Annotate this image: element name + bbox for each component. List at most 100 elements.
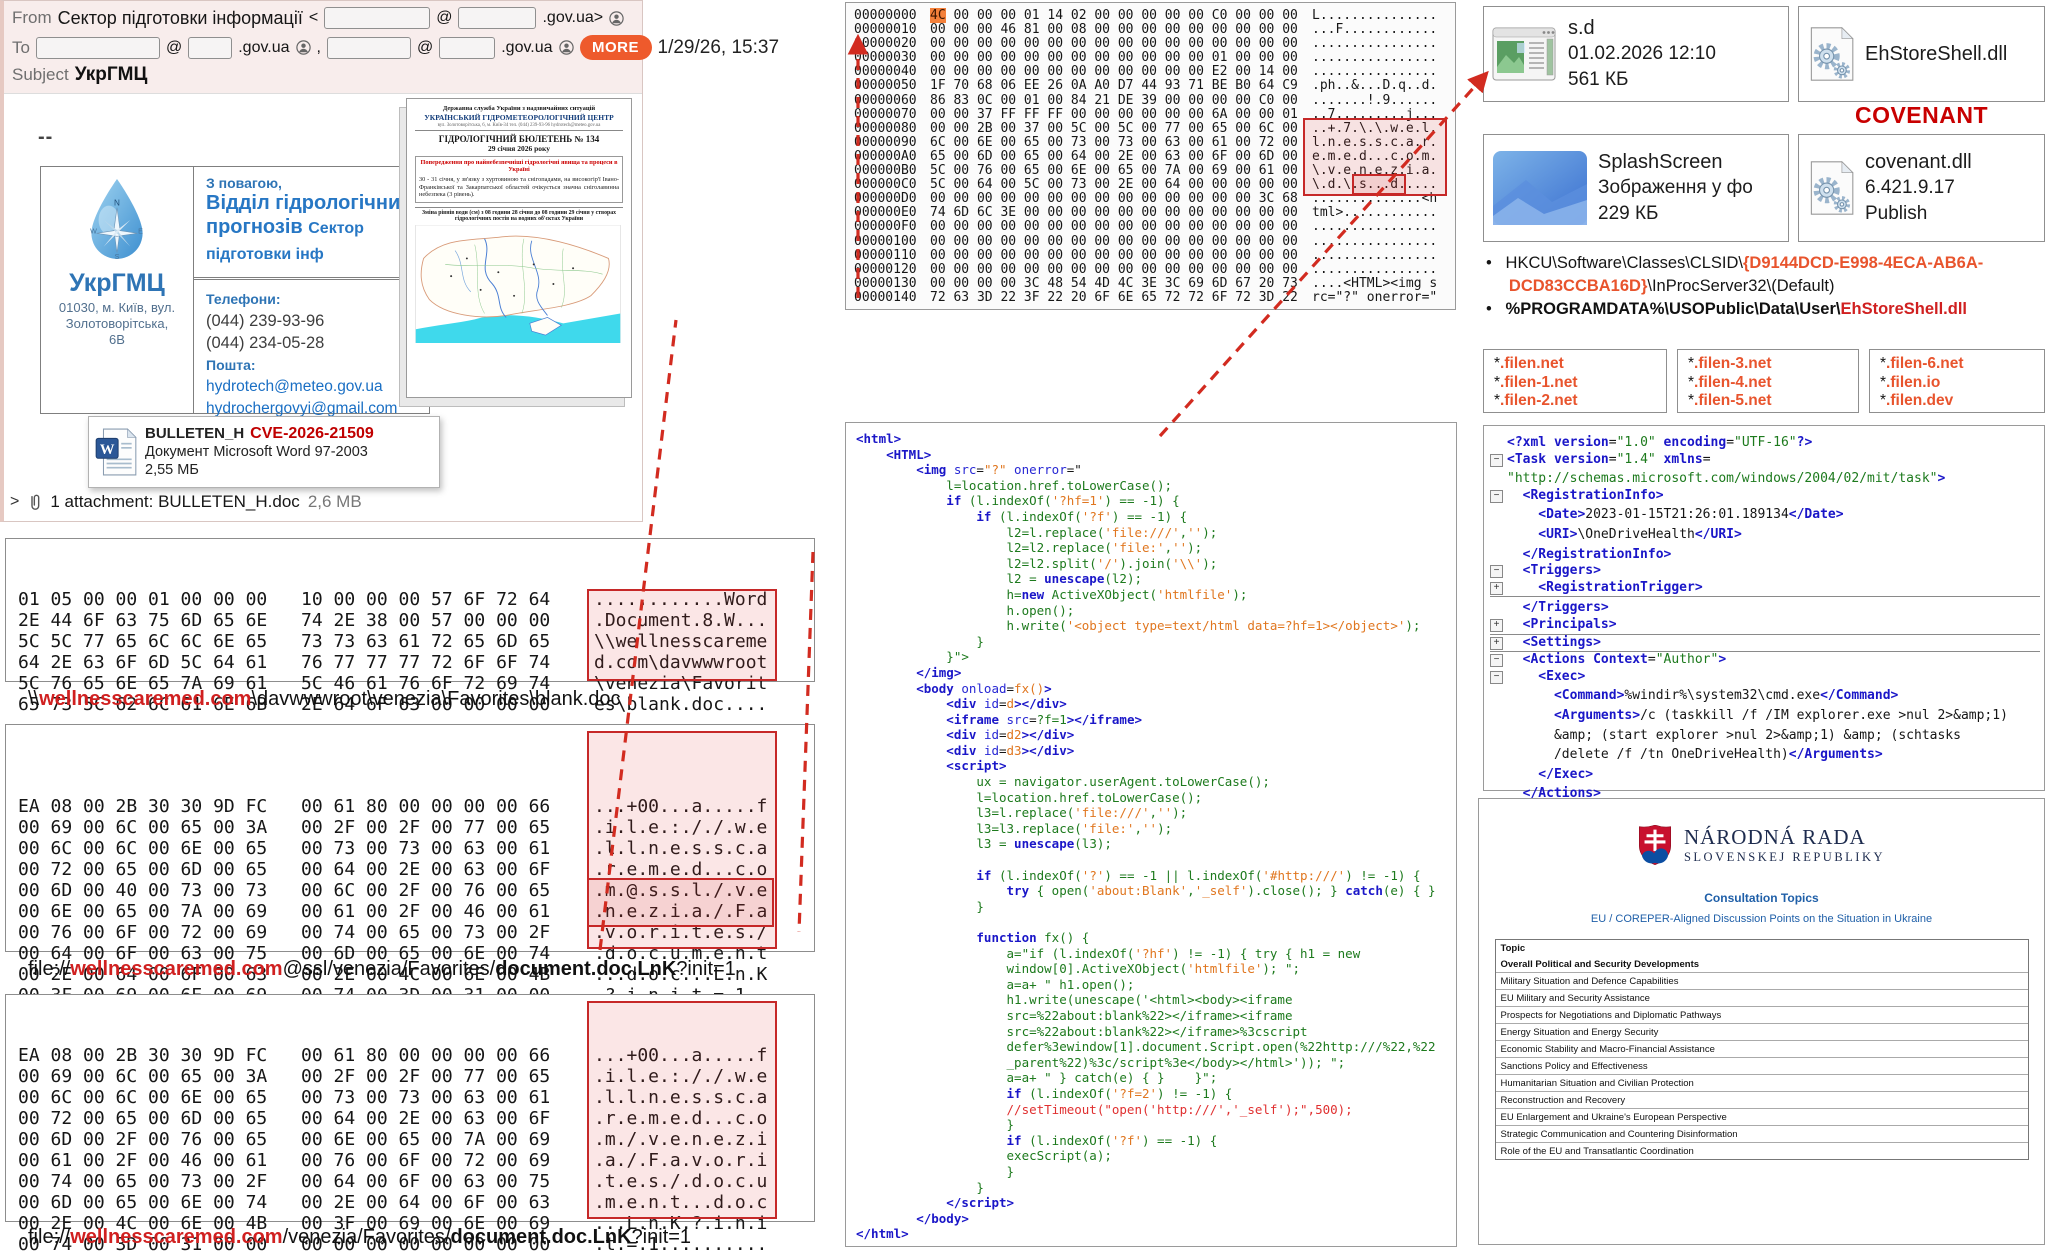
org-name: УкрГМЦ (69, 269, 165, 298)
redacted-from-domain (458, 7, 536, 29)
attachment-bar-size: 2,6 MB (308, 492, 362, 512)
signature-contact-box: Телефони: (044) 239-93-96 (044) 234-05-2… (194, 280, 429, 426)
from-name: Сектор підготовки інформації (58, 8, 303, 29)
attachment-size: 2,55 МБ (145, 461, 374, 479)
email-header: From Сектор підготовки інформації < @ .g… (4, 1, 642, 94)
attachment-bar[interactable]: > 1 attachment: BULLETEN_H.doc 2,6 MB (10, 492, 362, 512)
preview-center-name: УКРАЇНСЬКИЙ ГІДРОМЕТЕОРОЛОГІЧНИЙ ЦЕНТР (415, 113, 623, 122)
at-sign: @ (166, 39, 182, 57)
splash-image-icon (1492, 150, 1588, 226)
svg-text:E: E (138, 227, 143, 235)
redacted-to-domain-2 (439, 37, 495, 59)
image-viewer-icon (1492, 25, 1558, 83)
contact-person-icon (559, 40, 574, 55)
doc-subtitle-2: EU / COREPER-Aligned Discussion Points o… (1479, 913, 2044, 925)
file-url-caption-ssl: file://wellnesscaremed.com@ssl/venezia/F… (28, 958, 736, 981)
department-line1: Відділ гідрологічних (206, 191, 419, 215)
dll-gears-icon (1807, 160, 1855, 216)
paperclip-icon (27, 493, 42, 512)
doc-subtitle-1: Consultation Topics (1479, 891, 2044, 905)
attachment-tooltip: W BULLETEN_H CVE-2026-21509 Документ Micr… (88, 416, 440, 488)
to-label: To (12, 38, 30, 58)
document-header: NÁRODNÁ RADA SLOVENSKEJ REPUBLIKY (1479, 825, 2044, 865)
file-card-covenant-text: covenant.dll6.421.9.17Publish (1865, 149, 1972, 227)
filen-domains-box-2: *.filen-3.net*.filen-4.net*.filen-5.net (1677, 349, 1859, 413)
preview-title: ГІДРОЛОГІЧНИЙ БЮЛЕТЕНЬ № 134 (415, 134, 623, 144)
lnk-url-hex-block[interactable]: EA 08 00 2B 30 30 9D FC00 61 80 00 00 00… (5, 994, 815, 1222)
attachment-bar-text[interactable]: 1 attachment: BULLETEN_H.doc (50, 492, 299, 512)
attachment-name: BULLETEN_H (145, 425, 244, 442)
file-card-covenant-dll[interactable]: covenant.dll6.421.9.17Publish (1798, 134, 2045, 242)
contact-person-icon (296, 40, 311, 55)
filen-domains-box-1: *.filen.net*.filen-1.net*.filen-2.net (1483, 349, 1667, 413)
from-domain-suffix: .gov.ua> (542, 9, 603, 27)
water-drop-logo: N W E S (84, 177, 150, 265)
scheduled-task-xml-panel[interactable]: <?xml version="1.0" encoding="UTF-16"?>−… (1483, 425, 2045, 791)
preview-warning-box: Попередження про найнебезпечніші гідроло… (415, 156, 623, 203)
doc-title-line1: NÁRODNÁ RADA (1684, 825, 1885, 850)
unc-path-caption: \\wellnesscaremed.com\davwwwroot\venezia… (28, 688, 621, 711)
email-from-row: From Сектор підготовки інформації < @ .g… (12, 7, 624, 29)
lnk-hex-dump[interactable]: 000000004C 00 00 00 01 14 02 00 00 00 00… (845, 2, 1456, 310)
greeting: З повагою, (206, 175, 419, 191)
comma: , (317, 39, 321, 57)
email-subject-row: Subject УкрГМЦ (12, 64, 147, 86)
file-card-ehstoreshell-text: EhStoreShell.dll (1865, 41, 2007, 67)
preview-date: 29 січня 2026 року (415, 144, 623, 153)
doc-title-line2: SLOVENSKEJ REPUBLIKY (1684, 850, 1885, 865)
word-document-icon: W (95, 428, 137, 476)
more-recipients-button[interactable]: MORE (580, 35, 652, 60)
file-card-ehstoreshell[interactable]: EhStoreShell.dll (1798, 6, 2045, 102)
expand-chevron-icon[interactable]: > (10, 493, 19, 511)
file-card-sd-text: s.d01.02.2026 12:10561 КБ (1568, 15, 1716, 93)
file-url-caption: file://wellnesscaremed.com/venezia/Favor… (28, 1226, 691, 1249)
email-subject: УкрГМЦ (75, 64, 148, 86)
preview-address-line: вул. Золотоворітська, 6, м. Київ-34 тел.… (415, 123, 623, 131)
file-card-sd[interactable]: s.d01.02.2026 12:10561 КБ (1483, 6, 1789, 102)
subject-label: Subject (12, 65, 69, 85)
covenant-label: COVENANT (1798, 102, 2045, 129)
from-label: From (12, 8, 52, 28)
persistence-ioc-list: • HKCU\Software\Classes\CLSID\{D9144DCD-… (1486, 252, 2046, 321)
decoded-html-code-panel[interactable]: <html> <HTML> <img src="?" onerror=" l=l… (845, 422, 1457, 1247)
svg-text:W: W (90, 227, 97, 235)
org-address: 01030, м. Київ, вул.Золотоворітська,6В (59, 300, 175, 348)
email-link-1[interactable]: hydrotech@meteo.gov.ua (206, 376, 419, 398)
email-to-row: To @ .gov.ua , @ .gov.ua MORE 1/29/26, 1… (12, 35, 779, 60)
redacted-to-user-2 (327, 37, 411, 59)
preview-paragraph: 30 - 31 січня, у зв'язку з хуртовиною та… (419, 176, 619, 199)
redacted-to-user-1 (36, 37, 160, 59)
department-line2: прогнозів Сектор підготовки інф (206, 215, 419, 267)
file-card-splashscreen-text: SplashScreenЗображення у фо229 КБ (1598, 149, 1753, 227)
oleobject-hex-block[interactable]: 01 05 00 00 01 00 00 0010 00 00 00 57 6F… (5, 538, 815, 682)
to-domain-suffix-2: .gov.ua (501, 39, 552, 57)
phones-label: Телефони: (206, 288, 419, 310)
at-sign: @ (436, 9, 452, 27)
decoy-document-preview[interactable]: NÁRODNÁ RADA SLOVENSKEJ REPUBLIKY Consul… (1478, 798, 2045, 1245)
preview-map-caption: Зміна рівнів води (см) з 08 години 28 сі… (415, 207, 623, 222)
contact-person-icon (609, 11, 624, 26)
at-sign: @ (417, 39, 433, 57)
phone-1: (044) 239-93-96 (206, 310, 419, 332)
signature-separator: -- (38, 126, 53, 149)
bulletin-preview-page[interactable]: Державна служба України з надзвичайних с… (406, 98, 632, 398)
email-date: 1/29/26, 15:37 (658, 37, 780, 59)
attachment-type: Документ Microsoft Word 97-2003 (145, 443, 374, 461)
svg-text:S: S (115, 253, 120, 261)
preview-agency-line: Державна служба України з надзвичайних с… (415, 105, 623, 112)
svg-text:N: N (114, 199, 120, 208)
preview-warning: Попередження про найнебезпечніші гідроло… (419, 159, 619, 173)
topics-table-header: Topic (1496, 940, 2028, 956)
phone-2: (044) 234-05-28 (206, 332, 419, 354)
topics-table: Topic Overall Political and Security Dev… (1495, 939, 2029, 1160)
redacted-to-domain-1 (188, 37, 232, 59)
mail-label: Пошта: (206, 354, 419, 376)
lnk-url-hex-block-ssl[interactable]: EA 08 00 2B 30 30 9D FC00 61 80 00 00 00… (5, 724, 815, 952)
signature-text-cell: З повагою, Відділ гідрологічних прогнозі… (194, 167, 429, 413)
dll-gears-icon (1807, 26, 1855, 82)
svg-text:W: W (100, 442, 115, 458)
cve-badge: CVE-2026-21509 (250, 425, 374, 442)
to-domain-suffix-1: .gov.ua (238, 39, 289, 57)
file-card-splashscreen[interactable]: SplashScreenЗображення у фо229 КБ (1483, 134, 1789, 242)
slovak-emblem-icon (1638, 825, 1672, 865)
